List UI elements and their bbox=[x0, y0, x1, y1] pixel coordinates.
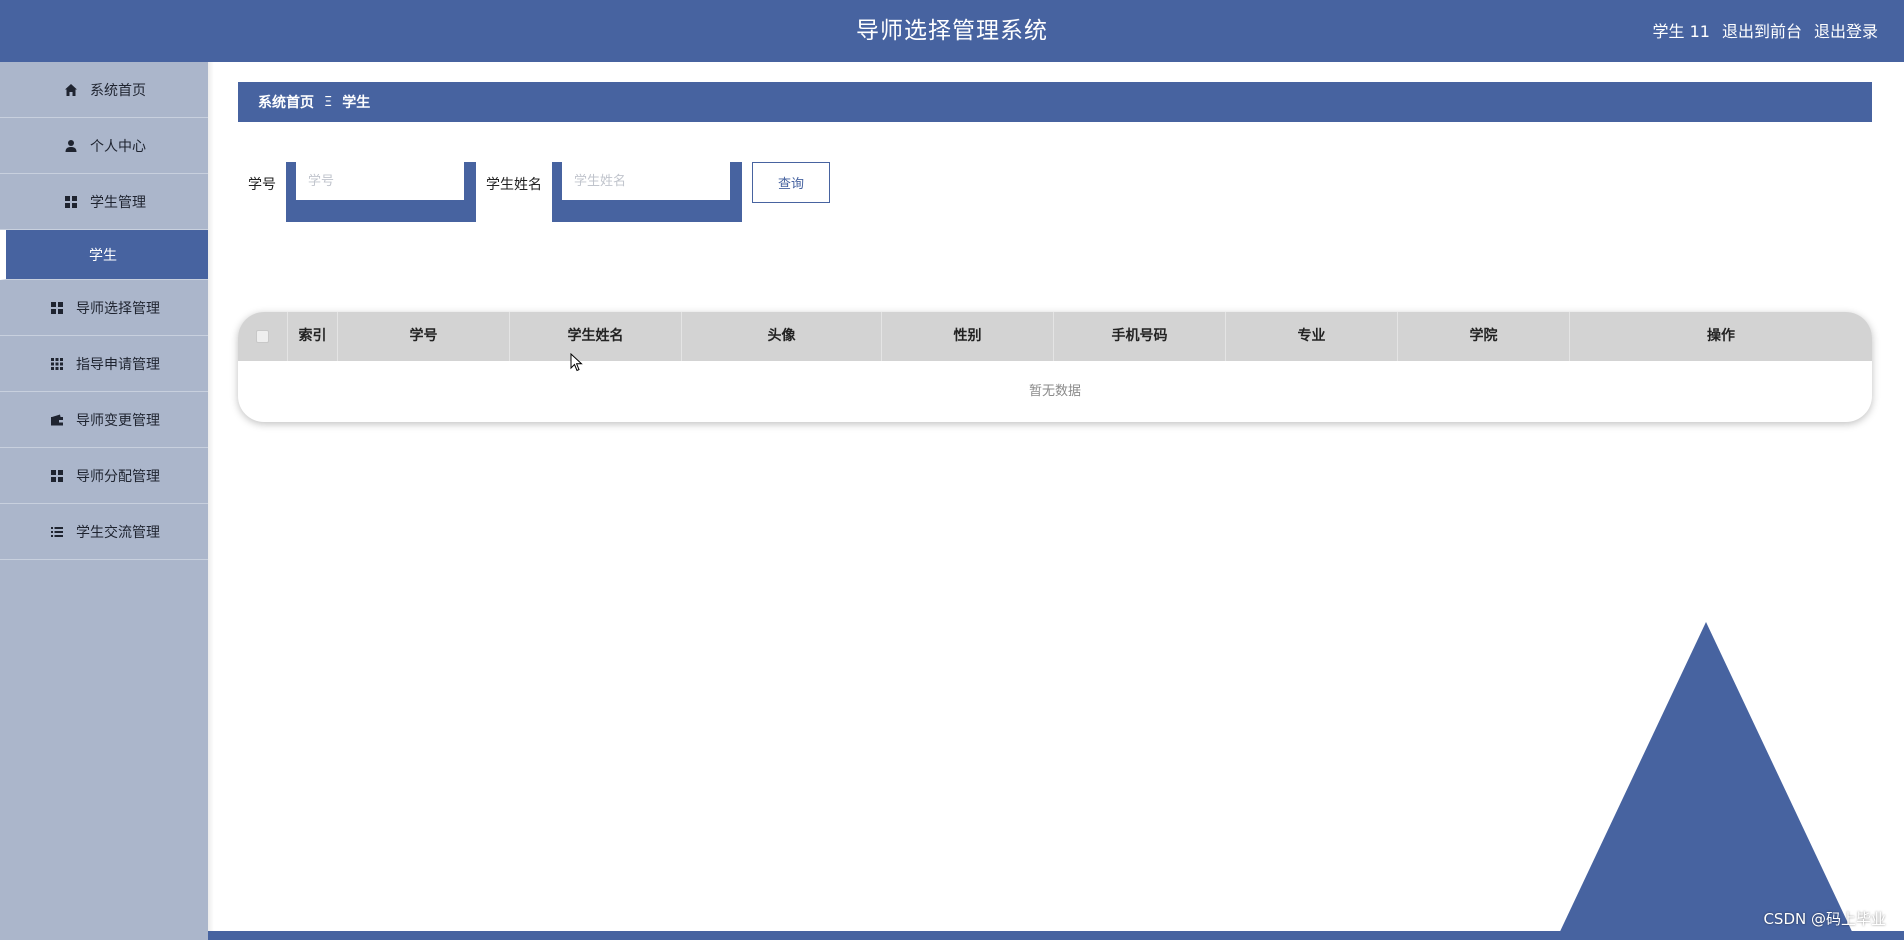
decorative-triangle bbox=[1556, 622, 1856, 940]
breadcrumb-home[interactable]: 系统首页 bbox=[258, 92, 314, 112]
app-title: 导师选择管理系统 bbox=[856, 18, 1048, 44]
sidebar: 系统首页 个人中心 学生管理 学生 导师选择管理 指导申请管理 导师变更管理 导… bbox=[0, 62, 208, 940]
top-bar: 导师选择管理系统 学生 11 退出到前台 退出登录 bbox=[0, 0, 1904, 62]
sidebar-item-advisor-change[interactable]: 导师变更管理 bbox=[0, 392, 208, 448]
apps-icon bbox=[48, 355, 66, 373]
current-user-label: 学生 11 bbox=[1652, 22, 1710, 41]
sidebar-item-label: 导师分配管理 bbox=[76, 468, 160, 485]
sidebar-item-guidance-application[interactable]: 指导申请管理 bbox=[0, 336, 208, 392]
sidebar-item-advisor-assignment[interactable]: 导师分配管理 bbox=[0, 448, 208, 504]
student-no-input[interactable] bbox=[296, 162, 464, 200]
breadcrumb: 系统首页 Ξ 学生 bbox=[238, 82, 1872, 122]
student-table: 索引 学号 学生姓名 头像 性别 手机号码 专业 学院 操作 暂无数据 bbox=[238, 312, 1872, 422]
column-header: 头像 bbox=[682, 312, 882, 361]
student-no-label: 学号 bbox=[248, 177, 276, 193]
sidebar-item-label: 导师选择管理 bbox=[76, 300, 160, 317]
student-name-label: 学生姓名 bbox=[486, 177, 542, 193]
column-header: 操作 bbox=[1707, 328, 1735, 344]
sidebar-item-label: 个人中心 bbox=[90, 138, 146, 155]
list-icon bbox=[48, 523, 66, 541]
table-header: 索引 学号 学生姓名 头像 性别 手机号码 专业 学院 操作 bbox=[238, 312, 1872, 361]
sidebar-item-advisor-selection[interactable]: 导师选择管理 bbox=[0, 280, 208, 336]
sidebar-item-student-management[interactable]: 学生管理 bbox=[0, 174, 208, 230]
user-links: 学生 11 退出到前台 退出登录 bbox=[1653, 0, 1878, 62]
sidebar-item-profile[interactable]: 个人中心 bbox=[0, 118, 208, 174]
grid-icon bbox=[48, 299, 66, 317]
mouse-cursor-icon bbox=[570, 353, 583, 372]
sidebar-item-label: 学生交流管理 bbox=[76, 524, 160, 541]
grid-icon bbox=[62, 193, 80, 211]
search-form: 学号 学生姓名 查询 bbox=[248, 162, 830, 222]
grid-icon bbox=[48, 467, 66, 485]
user-icon bbox=[62, 137, 80, 155]
column-header: 索引 bbox=[288, 312, 338, 361]
breadcrumb-current: 学生 bbox=[342, 95, 371, 111]
sidebar-item-student-communication[interactable]: 学生交流管理 bbox=[0, 504, 208, 560]
column-header: 性别 bbox=[882, 312, 1054, 361]
student-name-input-frame bbox=[552, 162, 742, 222]
sidebar-item-label: 导师变更管理 bbox=[76, 412, 160, 429]
column-header: 专业 bbox=[1226, 312, 1398, 361]
column-header: 手机号码 bbox=[1054, 312, 1226, 361]
breadcrumb-separator-icon: Ξ bbox=[324, 94, 333, 110]
sidebar-item-home[interactable]: 系统首页 bbox=[0, 62, 208, 118]
sidebar-item-label: 系统首页 bbox=[90, 82, 146, 99]
column-header: 学号 bbox=[338, 312, 510, 361]
select-all-column bbox=[238, 312, 288, 361]
column-header: 学院 bbox=[1398, 312, 1570, 361]
column-header: 学生姓名 bbox=[510, 312, 682, 361]
student-no-input-frame bbox=[286, 162, 476, 222]
home-icon bbox=[62, 81, 80, 99]
logout-link[interactable]: 退出登录 bbox=[1814, 0, 1878, 62]
sidebar-item-label: 指导申请管理 bbox=[76, 356, 160, 373]
sidebar-item-label: 学生管理 bbox=[90, 194, 146, 211]
select-all-checkbox[interactable] bbox=[256, 329, 269, 343]
wallet-icon bbox=[48, 411, 66, 429]
student-name-input[interactable] bbox=[562, 162, 730, 200]
exit-to-front-link[interactable]: 退出到前台 bbox=[1722, 0, 1802, 62]
sidebar-subitem-student[interactable]: 学生 bbox=[0, 230, 208, 280]
query-button[interactable]: 查询 bbox=[752, 162, 830, 203]
table-empty-text: 暂无数据 bbox=[1028, 384, 1081, 399]
bottom-bar bbox=[208, 931, 1904, 940]
sidebar-item-label: 学生 bbox=[89, 247, 117, 264]
sidebar-shadow bbox=[208, 62, 214, 940]
watermark-text: CSDN @码上毕业 bbox=[1763, 910, 1886, 928]
